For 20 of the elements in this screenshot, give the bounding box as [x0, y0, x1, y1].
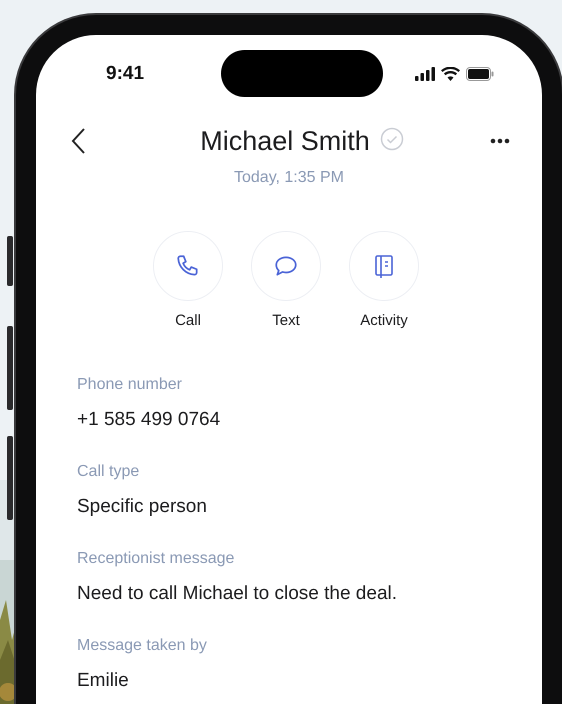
signal-icon: [415, 66, 435, 80]
action-label: Text: [272, 311, 300, 331]
field-label: Message taken by: [77, 636, 208, 656]
more-icon[interactable]: [490, 138, 510, 144]
call-timestamp: Today, 1:35 PM: [233, 168, 345, 188]
field-value: Emilie: [77, 669, 130, 693]
back-icon[interactable]: [70, 127, 86, 155]
field-value: Need to call Michael to close the deal.: [77, 582, 398, 606]
wifi-icon: [441, 66, 460, 80]
action-label: Call: [175, 311, 201, 331]
action-label: Activity: [360, 311, 408, 331]
contact-name: Michael Smith: [200, 126, 370, 156]
notebook-icon: [372, 253, 396, 279]
field-label: Phone number: [77, 375, 183, 395]
battery-icon: [466, 66, 494, 80]
field-label: Receptionist message: [77, 549, 236, 569]
status-time: 9:41: [106, 62, 146, 84]
field-value: Specific person: [77, 495, 208, 519]
field-label: Call type: [77, 462, 140, 482]
field-value: +1 585 499 0764: [77, 408, 222, 432]
